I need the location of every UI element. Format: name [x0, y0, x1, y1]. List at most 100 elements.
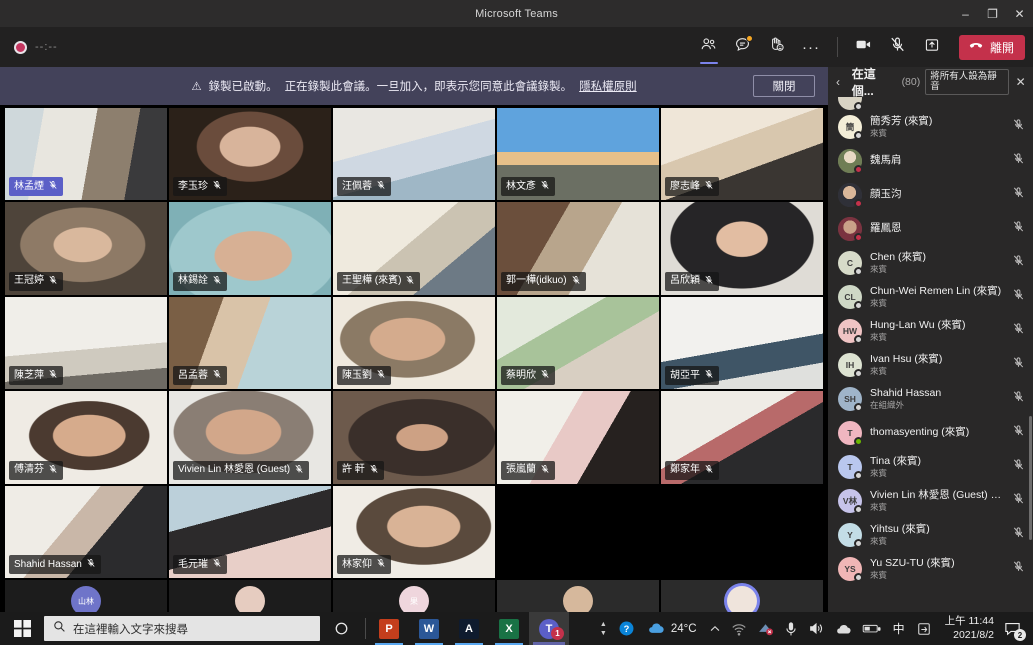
- participant-row[interactable]: V林 Vivien Lin 林愛恩 (Guest) (來賓) 來賓: [828, 484, 1033, 518]
- video-tile[interactable]: 廖志峰: [661, 108, 823, 201]
- taskbar-app-powerpoint[interactable]: P: [369, 612, 409, 645]
- taskbar-app-excel[interactable]: X: [489, 612, 529, 645]
- participant-row[interactable]: IH Ivan Hsu (來賓) 來賓: [828, 348, 1033, 382]
- video-tile[interactable]: Shahid Hassan: [5, 485, 167, 578]
- action-center-button[interactable]: 2: [1000, 612, 1029, 645]
- participant-mic-muted-icon[interactable]: [1012, 152, 1025, 170]
- participant-row[interactable]: 簡 簡秀芳 (來賓) 來賓: [828, 110, 1033, 144]
- overflow-video-tile[interactable]: 山林: [5, 580, 167, 612]
- video-tile[interactable]: 鄭家年: [661, 391, 823, 484]
- participant-mic-muted-icon[interactable]: [1012, 118, 1025, 136]
- video-tile[interactable]: 胡亞平: [661, 296, 823, 390]
- privacy-policy-link[interactable]: 隱私權原則: [579, 78, 637, 94]
- video-tile[interactable]: 林家仰: [333, 485, 495, 578]
- participant-mic-muted-icon[interactable]: [1012, 424, 1025, 442]
- participant-mic-muted-icon[interactable]: [1012, 458, 1025, 476]
- dismiss-banner-button[interactable]: 關閉: [753, 75, 815, 97]
- participant-row[interactable]: T Tina (來賓) 來賓: [828, 450, 1033, 484]
- video-tile[interactable]: 郭一樺(idkuo): [497, 202, 659, 295]
- video-tile[interactable]: 林錫詮: [169, 202, 331, 295]
- start-button[interactable]: [0, 612, 44, 645]
- acrobat-icon: A: [459, 618, 479, 639]
- video-tile[interactable]: 呂孟蓉: [169, 296, 331, 390]
- participant-row[interactable]: 羅鳳恩: [828, 212, 1033, 246]
- taskbar-clock[interactable]: 上午 11:44 2021/8/2: [936, 612, 1000, 645]
- participant-mic-muted-icon[interactable]: [1012, 492, 1025, 510]
- tray-scroll-arrows[interactable]: ▲ ▼: [594, 621, 613, 637]
- participant-row[interactable]: SH Shahid Hassan 在組織外: [828, 382, 1033, 416]
- taskbar-app-word[interactable]: W: [409, 612, 449, 645]
- participant-row[interactable]: Y Yihtsu (來賓) 來賓: [828, 518, 1033, 552]
- help-icon[interactable]: ?: [613, 612, 640, 645]
- participant-row[interactable]: [828, 97, 1033, 110]
- video-tile[interactable]: 許 軒: [333, 391, 495, 484]
- ime-language-indicator[interactable]: 中: [886, 620, 912, 637]
- show-chat-button[interactable]: [726, 27, 760, 67]
- show-hidden-icons-button[interactable]: [704, 612, 726, 645]
- participant-row[interactable]: Tthomasyenting (來賓): [828, 416, 1033, 450]
- video-tile[interactable]: 傅清芬: [5, 391, 167, 484]
- toggle-mic-button[interactable]: [881, 27, 915, 67]
- wifi-icon[interactable]: [726, 612, 752, 645]
- participants-scrollbar[interactable]: [1029, 416, 1032, 540]
- participant-mic-muted-icon[interactable]: [1012, 390, 1025, 408]
- share-screen-button[interactable]: [915, 27, 949, 67]
- microphone-tray-icon[interactable]: [779, 612, 803, 645]
- volume-icon[interactable]: [803, 612, 829, 645]
- more-options-button[interactable]: ···: [794, 27, 828, 67]
- taskbar-app-acrobat[interactable]: A: [449, 612, 489, 645]
- video-tile[interactable]: 蔡明欣: [497, 296, 659, 390]
- mute-all-button[interactable]: 將所有人設為靜音: [925, 68, 1010, 96]
- video-tile[interactable]: 王冠婷: [5, 202, 167, 295]
- video-tile[interactable]: 王聖樺 (來賓): [333, 202, 495, 295]
- participant-mic-muted-icon[interactable]: [1012, 220, 1025, 238]
- overflow-video-tile[interactable]: 果: [333, 580, 495, 612]
- overflow-video-tile[interactable]: [169, 580, 331, 612]
- participant-row[interactable]: YS Yu SZU-TU (來賓) 來賓: [828, 552, 1033, 586]
- taskbar-search-box[interactable]: 在這裡輸入文字來搜尋: [44, 616, 320, 641]
- battery-icon[interactable]: [857, 612, 886, 645]
- participant-row[interactable]: CL Chun-Wei Remen Lin (來賓) 來賓: [828, 280, 1033, 314]
- participant-mic-muted-icon[interactable]: [1012, 254, 1025, 272]
- participant-mic-muted-icon[interactable]: [1012, 526, 1025, 544]
- leave-meeting-button[interactable]: 離開: [958, 34, 1025, 60]
- reactions-button[interactable]: [760, 27, 794, 67]
- weather-widget[interactable]: 24°C: [640, 621, 704, 637]
- video-tile[interactable]: 陳芝萍: [5, 296, 167, 390]
- participant-row[interactable]: HW Hung-Lan Wu (來賓) 來賓: [828, 314, 1033, 348]
- participant-name: Chun-Wei Remen Lin (來賓): [870, 284, 1002, 297]
- close-panel-icon[interactable]: ✕: [1014, 75, 1027, 89]
- video-tile[interactable]: 呂欣穎: [661, 202, 823, 295]
- video-tile[interactable]: 李玉珍: [169, 108, 331, 201]
- back-chevron-icon[interactable]: ‹: [836, 75, 847, 89]
- overflow-video-tile[interactable]: [661, 580, 823, 612]
- video-tile[interactable]: 張嵐蘭: [497, 391, 659, 484]
- participant-mic-muted-icon[interactable]: [1012, 288, 1025, 306]
- video-tile[interactable]: Vivien Lin 林愛恩 (Guest): [169, 391, 331, 484]
- overflow-video-tile[interactable]: [497, 580, 659, 612]
- video-tile-name: 王冠婷: [14, 275, 44, 287]
- ime-mode-icon[interactable]: [912, 612, 936, 645]
- cortana-button[interactable]: [320, 612, 362, 645]
- video-tile[interactable]: 林文彥: [497, 108, 659, 201]
- participant-mic-muted-icon[interactable]: [1012, 560, 1025, 578]
- close-window-button[interactable]: ✕: [1006, 0, 1033, 27]
- taskbar-app-teams[interactable]: T1: [529, 612, 569, 645]
- participant-mic-muted-icon[interactable]: [1012, 186, 1025, 204]
- participant-row[interactable]: C Chen (來賓) 來賓: [828, 246, 1033, 280]
- participant-mic-muted-icon[interactable]: [1012, 322, 1025, 340]
- network-error-icon[interactable]: [752, 612, 779, 645]
- show-participants-button[interactable]: [692, 27, 726, 67]
- maximize-button[interactable]: ❐: [979, 0, 1006, 27]
- video-tile[interactable]: 陳玉劉: [333, 296, 495, 390]
- minimize-button[interactable]: –: [952, 0, 979, 27]
- toggle-camera-button[interactable]: [847, 27, 881, 67]
- participant-mic-muted-icon[interactable]: [1012, 356, 1025, 374]
- video-tile[interactable]: 林孟煙: [5, 108, 167, 201]
- video-tile[interactable]: 汪佩蓉: [333, 108, 495, 201]
- participant-row[interactable]: 魏馬肩: [828, 144, 1033, 178]
- onedrive-icon[interactable]: [829, 612, 857, 645]
- video-tile[interactable]: 毛元璀: [169, 485, 331, 578]
- participant-row[interactable]: 顔玉汮: [828, 178, 1033, 212]
- participants-list[interactable]: 簡簡秀芳 (來賓) 來賓 魏馬肩 顔玉汮 羅鳳恩 C Chen (來賓) 來賓 CL Chun-W…: [828, 97, 1033, 612]
